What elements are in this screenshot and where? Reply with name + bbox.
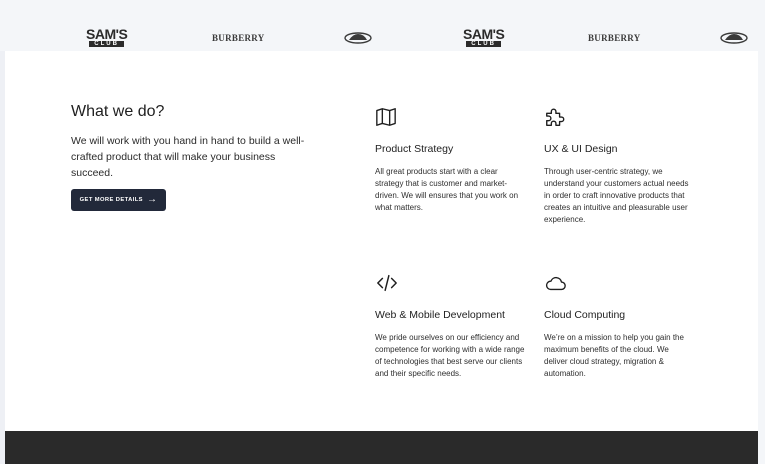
- burberry-logo-text: BURBERRY: [588, 33, 641, 43]
- puzzle-icon: [544, 106, 568, 130]
- car-brand-logo: [344, 27, 372, 49]
- sams-club-logo-text: SAM'S: [463, 26, 505, 42]
- sams-club-logo-subtext: CLUB: [89, 41, 124, 47]
- section-title: What we do?: [71, 103, 165, 120]
- service-cloud-computing: Cloud Computing We’re on a mission to he…: [544, 272, 690, 380]
- sams-club-logo: SAM'S CLUB: [463, 26, 505, 49]
- map-icon: [375, 106, 399, 130]
- service-description: We pride ourselves on our efficiency and…: [375, 333, 525, 378]
- burberry-logo: BURBERRY: [212, 27, 265, 49]
- arrow-right-icon: →: [146, 194, 158, 205]
- service-title: Product Strategy: [375, 143, 454, 155]
- service-ux-ui-design: UX & UI Design Through user-centric stra…: [544, 106, 690, 226]
- footer: [5, 431, 758, 464]
- service-web-mobile-development: Web & Mobile Development We pride oursel…: [375, 272, 525, 380]
- sams-club-logo-subtext: CLUB: [466, 41, 501, 47]
- service-title: Web & Mobile Development: [375, 309, 505, 321]
- service-title: Cloud Computing: [544, 309, 626, 321]
- code-icon: [375, 272, 399, 296]
- get-more-details-label: GET MORE DETAILS: [79, 197, 143, 203]
- client-logo-strip: SAM'S CLUB BURBERRY SAM'S CLUB BURBERRY: [0, 0, 765, 51]
- get-more-details-button[interactable]: GET MORE DETAILS →: [71, 189, 166, 211]
- service-title: UX & UI Design: [544, 143, 618, 155]
- service-product-strategy: Product Strategy All great products star…: [375, 106, 525, 214]
- service-description: We’re on a mission to help you gain the …: [544, 333, 684, 378]
- service-description: All great products start with a clear st…: [375, 167, 519, 212]
- car-brand-logo: [720, 27, 748, 49]
- sams-club-logo: SAM'S CLUB: [86, 26, 128, 49]
- page-border: [0, 0, 5, 464]
- what-we-do-intro: What we do? We will work with you hand i…: [71, 100, 311, 181]
- burberry-logo: BURBERRY: [588, 27, 641, 49]
- burberry-logo-text: BURBERRY: [212, 33, 265, 43]
- service-description: Through user-centric strategy, we unders…: [544, 167, 689, 224]
- cloud-icon: [544, 272, 568, 296]
- page-border: [758, 51, 765, 464]
- sams-club-logo-text: SAM'S: [86, 26, 128, 42]
- section-description: We will work with you hand in hand to bu…: [71, 135, 305, 179]
